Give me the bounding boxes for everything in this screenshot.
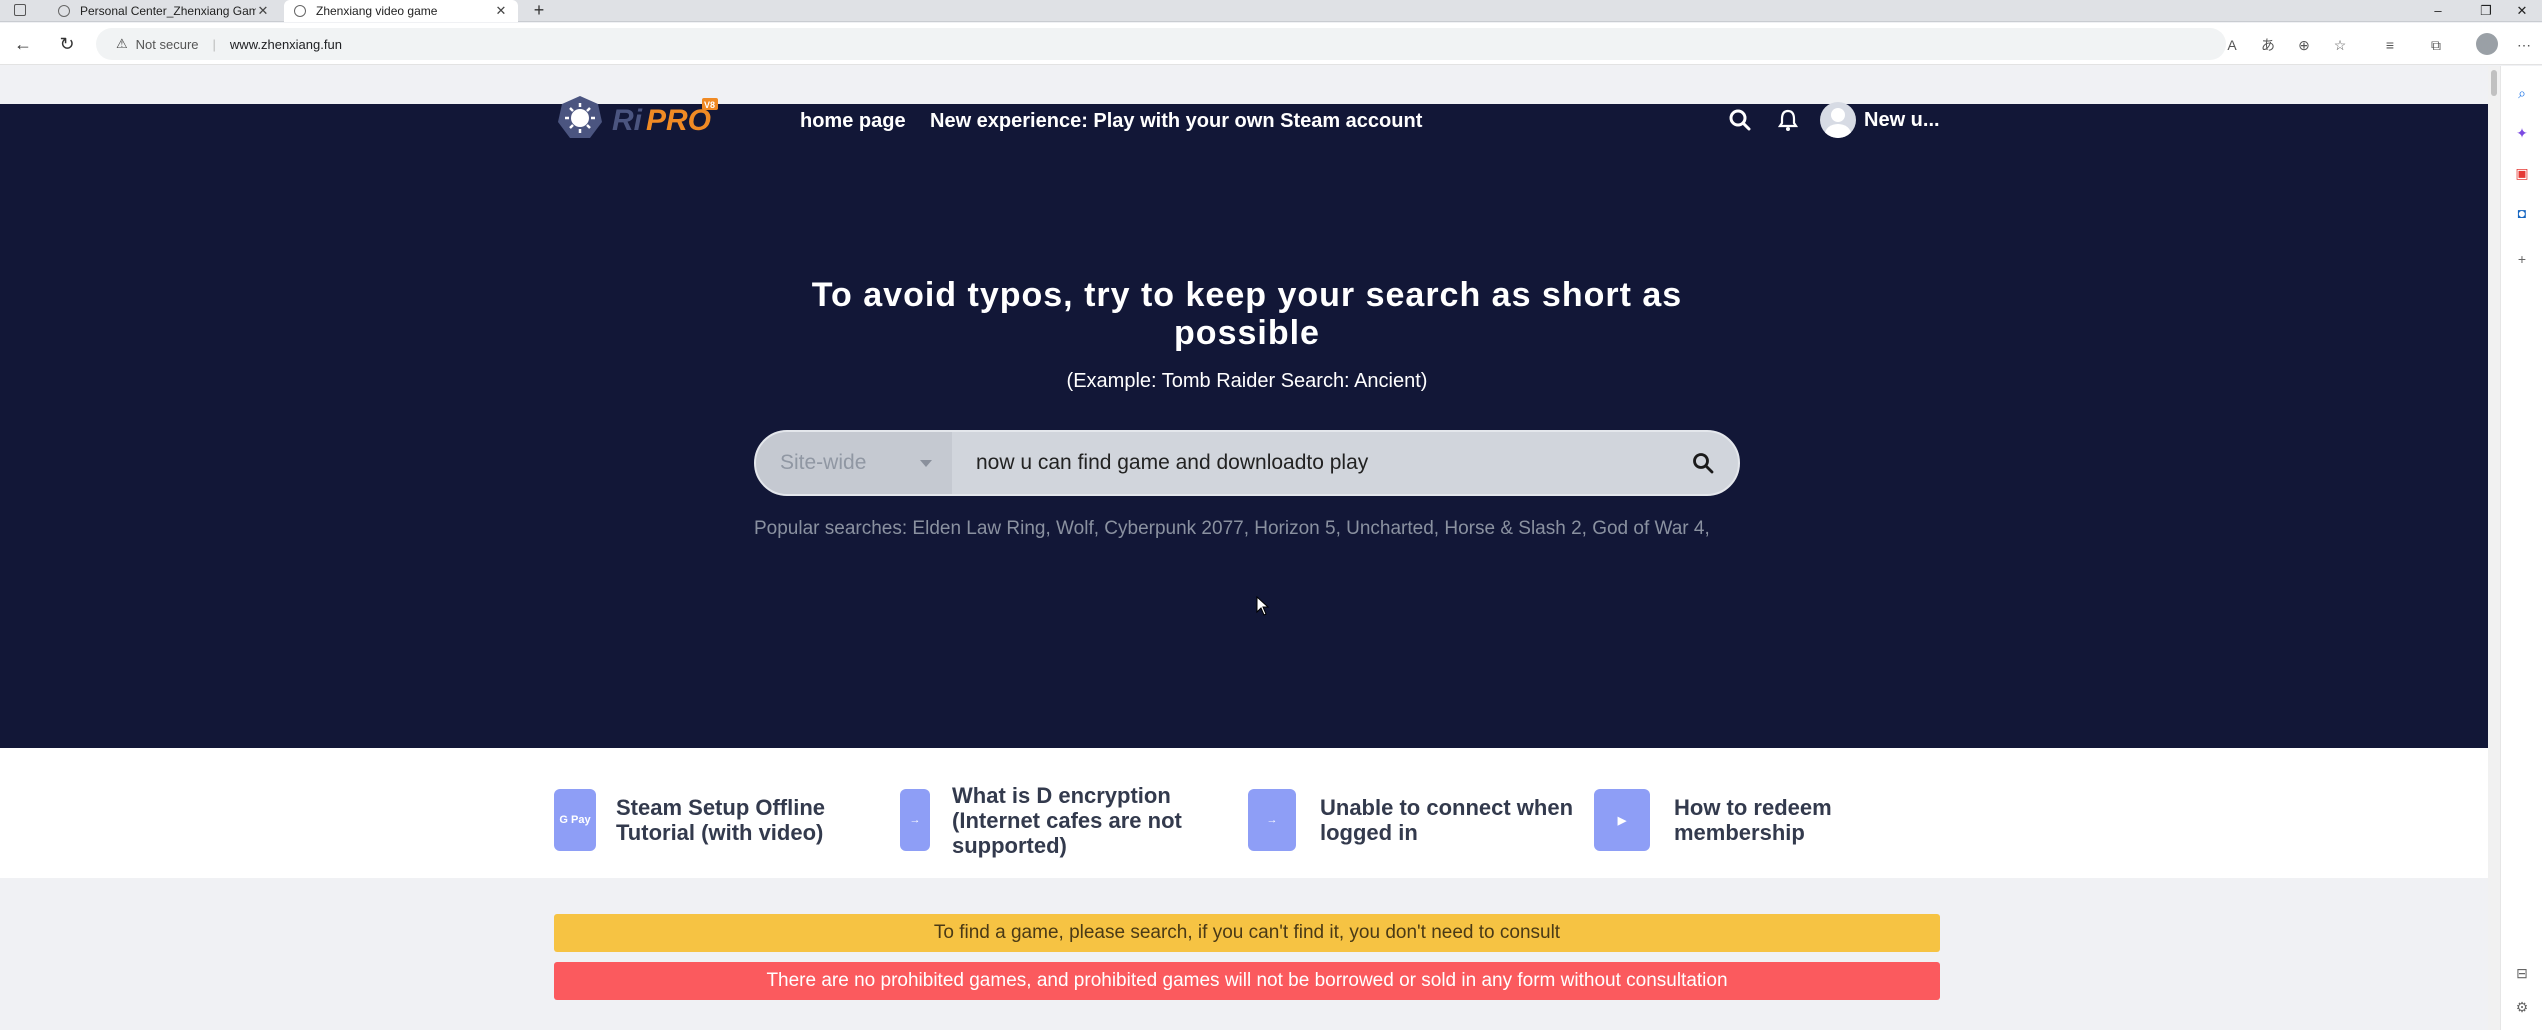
warning-triangle-icon: ⚠ bbox=[116, 36, 128, 51]
search-submit-icon[interactable] bbox=[1690, 450, 1716, 476]
svg-text:PRO: PRO bbox=[646, 104, 711, 137]
add-icon[interactable]: + bbox=[2511, 248, 2533, 270]
window-close-icon[interactable]: ✕ bbox=[2502, 0, 2542, 22]
close-icon[interactable]: ✕ bbox=[256, 3, 270, 19]
caret-down-icon bbox=[920, 460, 932, 467]
notice-prohibited-games: There are no prohibited games, and prohi… bbox=[554, 962, 1940, 1000]
url-separator: | bbox=[212, 36, 216, 52]
restore-icon[interactable]: ❐ bbox=[2466, 0, 2506, 22]
minimize-icon[interactable]: – bbox=[2418, 0, 2458, 22]
search-input[interactable] bbox=[976, 440, 1666, 486]
tab-title: Personal Center_Zhenxiang Gam bbox=[80, 4, 256, 18]
new-tab-plus-icon[interactable]: + bbox=[528, 0, 550, 22]
mouse-cursor-icon bbox=[1256, 596, 1270, 616]
browser-tab-zhenxiang[interactable]: Zhenxiang video game ✕ bbox=[284, 0, 518, 22]
user-name: New u... bbox=[1864, 108, 1940, 131]
nav-steam-link[interactable]: New experience: Play with your own Steam… bbox=[930, 110, 1422, 133]
play-icon: ▶ bbox=[1594, 789, 1650, 851]
notice-search-tip: To find a game, please search, if you ca… bbox=[554, 914, 1940, 952]
quick-link-label: Unable to connect when logged in bbox=[1320, 795, 1574, 845]
nav-home-link[interactable]: home page bbox=[800, 110, 906, 133]
quick-link-label: Steam Setup Offline Tutorial (with video… bbox=[616, 795, 826, 845]
page-scrollbar[interactable] bbox=[2488, 66, 2500, 1030]
search-scope-select[interactable]: Site-wide bbox=[756, 432, 952, 494]
search-icon[interactable] bbox=[1726, 106, 1754, 134]
quick-link-label: What is D encryption (Internet cafes are… bbox=[952, 782, 1182, 858]
wordpress-favicon-icon bbox=[294, 5, 306, 17]
hero-section: Ri PRO V8 home page New experience: Play… bbox=[0, 96, 2488, 748]
svg-text:V8: V8 bbox=[704, 100, 715, 110]
hero-subtitle: (Example: Tomb Raider Search: Ancient) bbox=[1066, 370, 1428, 392]
popular-searches[interactable]: Popular searches: Elden Law Ring, Wolf, … bbox=[754, 514, 1740, 544]
favorites-icon[interactable]: ≡ bbox=[2380, 35, 2400, 55]
scrollbar-thumb[interactable] bbox=[2491, 70, 2497, 96]
search-scope-label: Site-wide bbox=[780, 451, 867, 474]
copilot-icon[interactable]: ✦ bbox=[2511, 122, 2533, 144]
search-icon[interactable]: ⌕ bbox=[2511, 82, 2533, 104]
page-viewport: Ri PRO V8 home page New experience: Play… bbox=[0, 66, 2500, 1030]
office-icon[interactable]: ▣ bbox=[2511, 162, 2533, 184]
collections-icon[interactable]: ⧉ bbox=[2426, 35, 2446, 55]
quick-link-d-encryption[interactable]: → What is D encryption (Internet cafes a… bbox=[900, 780, 1222, 860]
profile-icon[interactable] bbox=[2476, 33, 2498, 55]
browser-tab-bar: Personal Center_Zhenxiang Gam ✕ Zhenxian… bbox=[0, 0, 2542, 22]
gpay-icon: G Pay bbox=[554, 789, 596, 851]
user-menu[interactable]: New u... bbox=[1820, 102, 1940, 138]
security-label: Not secure bbox=[135, 36, 199, 52]
arrow-right-icon: → bbox=[900, 789, 930, 851]
tab-title: Zhenxiang video game bbox=[316, 4, 438, 18]
quick-link-unable-connect[interactable]: → Unable to connect when logged in bbox=[1248, 780, 1590, 860]
bell-icon[interactable] bbox=[1774, 106, 1802, 134]
url-field[interactable]: ⚠ Not secure | www.zhenxiang.fun bbox=[96, 28, 2226, 60]
quick-link-redeem-membership[interactable]: ▶ How to redeem membership bbox=[1594, 780, 1894, 860]
browser-sidebar: ⌕ ✦ ▣ ◘ + ⊟ ⚙ bbox=[2500, 66, 2542, 1030]
ripro-logo[interactable]: Ri PRO V8 bbox=[554, 94, 720, 142]
zoom-icon[interactable]: ⊕ bbox=[2294, 35, 2314, 55]
search-bar: Site-wide bbox=[754, 430, 1740, 496]
url-text: www.zhenxiang.fun bbox=[229, 36, 342, 52]
outlook-icon[interactable]: ◘ bbox=[2511, 202, 2533, 224]
quick-link-label: How to redeem membership bbox=[1674, 795, 1832, 845]
close-icon[interactable]: ✕ bbox=[494, 3, 508, 19]
read-aloud-icon[interactable]: A bbox=[2222, 35, 2242, 55]
hero-title: To avoid typos, try to keep your search … bbox=[811, 276, 1683, 352]
sidebar-toggle-icon[interactable]: ⊟ bbox=[2511, 962, 2533, 984]
translate-icon[interactable]: あ bbox=[2258, 35, 2278, 55]
quick-link-steam-tutorial[interactable]: G Pay Steam Setup Offline Tutorial (with… bbox=[554, 780, 902, 860]
favorite-icon[interactable]: ☆ bbox=[2330, 35, 2350, 55]
settings-icon[interactable]: ⚙ bbox=[2511, 996, 2533, 1018]
back-icon[interactable]: ← bbox=[10, 31, 36, 57]
browser-tab-personal-center[interactable]: Personal Center_Zhenxiang Gam ✕ bbox=[48, 0, 280, 22]
wordpress-favicon-icon bbox=[58, 5, 70, 17]
quick-links-bar: G Pay Steam Setup Offline Tutorial (with… bbox=[0, 748, 2488, 878]
arrow-right-icon: → bbox=[1248, 789, 1296, 851]
tab-actions-icon[interactable] bbox=[14, 4, 26, 16]
avatar bbox=[1820, 102, 1856, 138]
more-icon[interactable]: ⋯ bbox=[2514, 35, 2534, 55]
refresh-icon[interactable]: ↻ bbox=[54, 31, 80, 57]
svg-text:Ri: Ri bbox=[612, 104, 643, 137]
browser-address-bar: ← ↻ ⚠ Not secure | www.zhenxiang.fun A あ… bbox=[0, 23, 2542, 65]
